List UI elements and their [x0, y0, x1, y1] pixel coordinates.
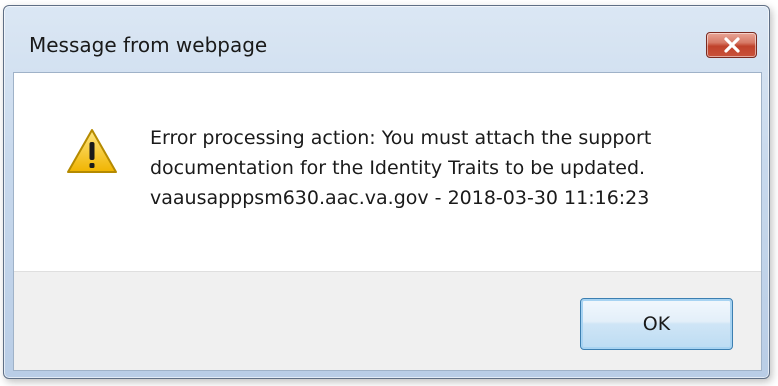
dialog-content: Error processing action: You must attach…	[13, 72, 762, 371]
message-line: vaausapppsm630.aac.va.gov - 2018-03-30 1…	[150, 187, 650, 209]
ok-button[interactable]: OK	[580, 298, 733, 350]
dialog-title: Message from webpage	[29, 33, 268, 57]
warning-triangle-icon	[67, 129, 117, 173]
button-bar: OK	[14, 271, 761, 370]
message-line: documentation for the Identity Traits to…	[150, 157, 646, 179]
close-x-icon	[723, 37, 740, 53]
message-line: Error processing action: You must attach…	[150, 127, 652, 149]
message-area: Error processing action: You must attach…	[14, 73, 761, 271]
close-button[interactable]	[706, 32, 757, 58]
dialog-titlebar[interactable]: Message from webpage	[4, 6, 769, 72]
error-message: Error processing action: You must attach…	[150, 123, 750, 213]
message-dialog: Message from webpage Error processing ac…	[3, 5, 770, 379]
